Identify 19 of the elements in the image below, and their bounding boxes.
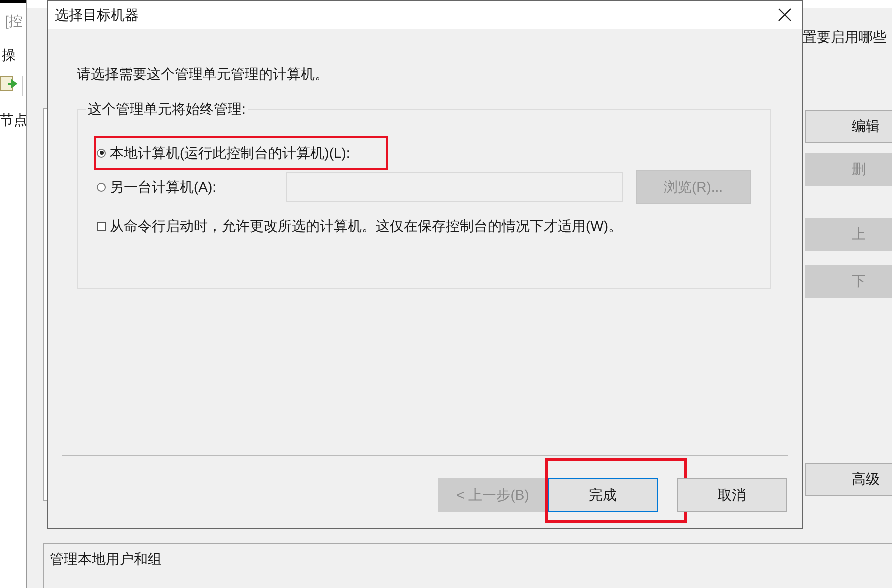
checkbox-label[interactable]: 从命令行启动时，允许更改所选的计算机。这仅在保存控制台的情况下才适用(W)。: [110, 216, 623, 237]
menu-item[interactable]: 操: [2, 45, 16, 66]
window-edge: [0, 0, 26, 3]
dialog-button[interactable]: 取消: [677, 478, 787, 512]
radio-button[interactable]: [97, 148, 106, 158]
close-icon[interactable]: [778, 8, 792, 22]
radio-label[interactable]: 另一台计算机(A):: [110, 177, 286, 197]
dialog-button[interactable]: 完成: [548, 478, 658, 512]
radio-button[interactable]: [97, 182, 106, 192]
instruction-text: 置要启用哪些: [803, 28, 887, 47]
description-text: 管理本地用户和组: [50, 551, 162, 567]
side-button[interactable]: 编辑: [805, 110, 892, 143]
toolbar-icon[interactable]: [0, 74, 18, 94]
side-button[interactable]: 高级: [805, 463, 892, 496]
checkbox[interactable]: [97, 222, 106, 231]
dialog-title: 选择目标机器: [55, 6, 139, 24]
window-title: [控: [5, 12, 23, 31]
radio-label[interactable]: 本地计算机(运行此控制台的计算机)(L):: [110, 143, 350, 163]
prompt-text: 请选择需要这个管理单元管理的计算机。: [77, 65, 330, 84]
